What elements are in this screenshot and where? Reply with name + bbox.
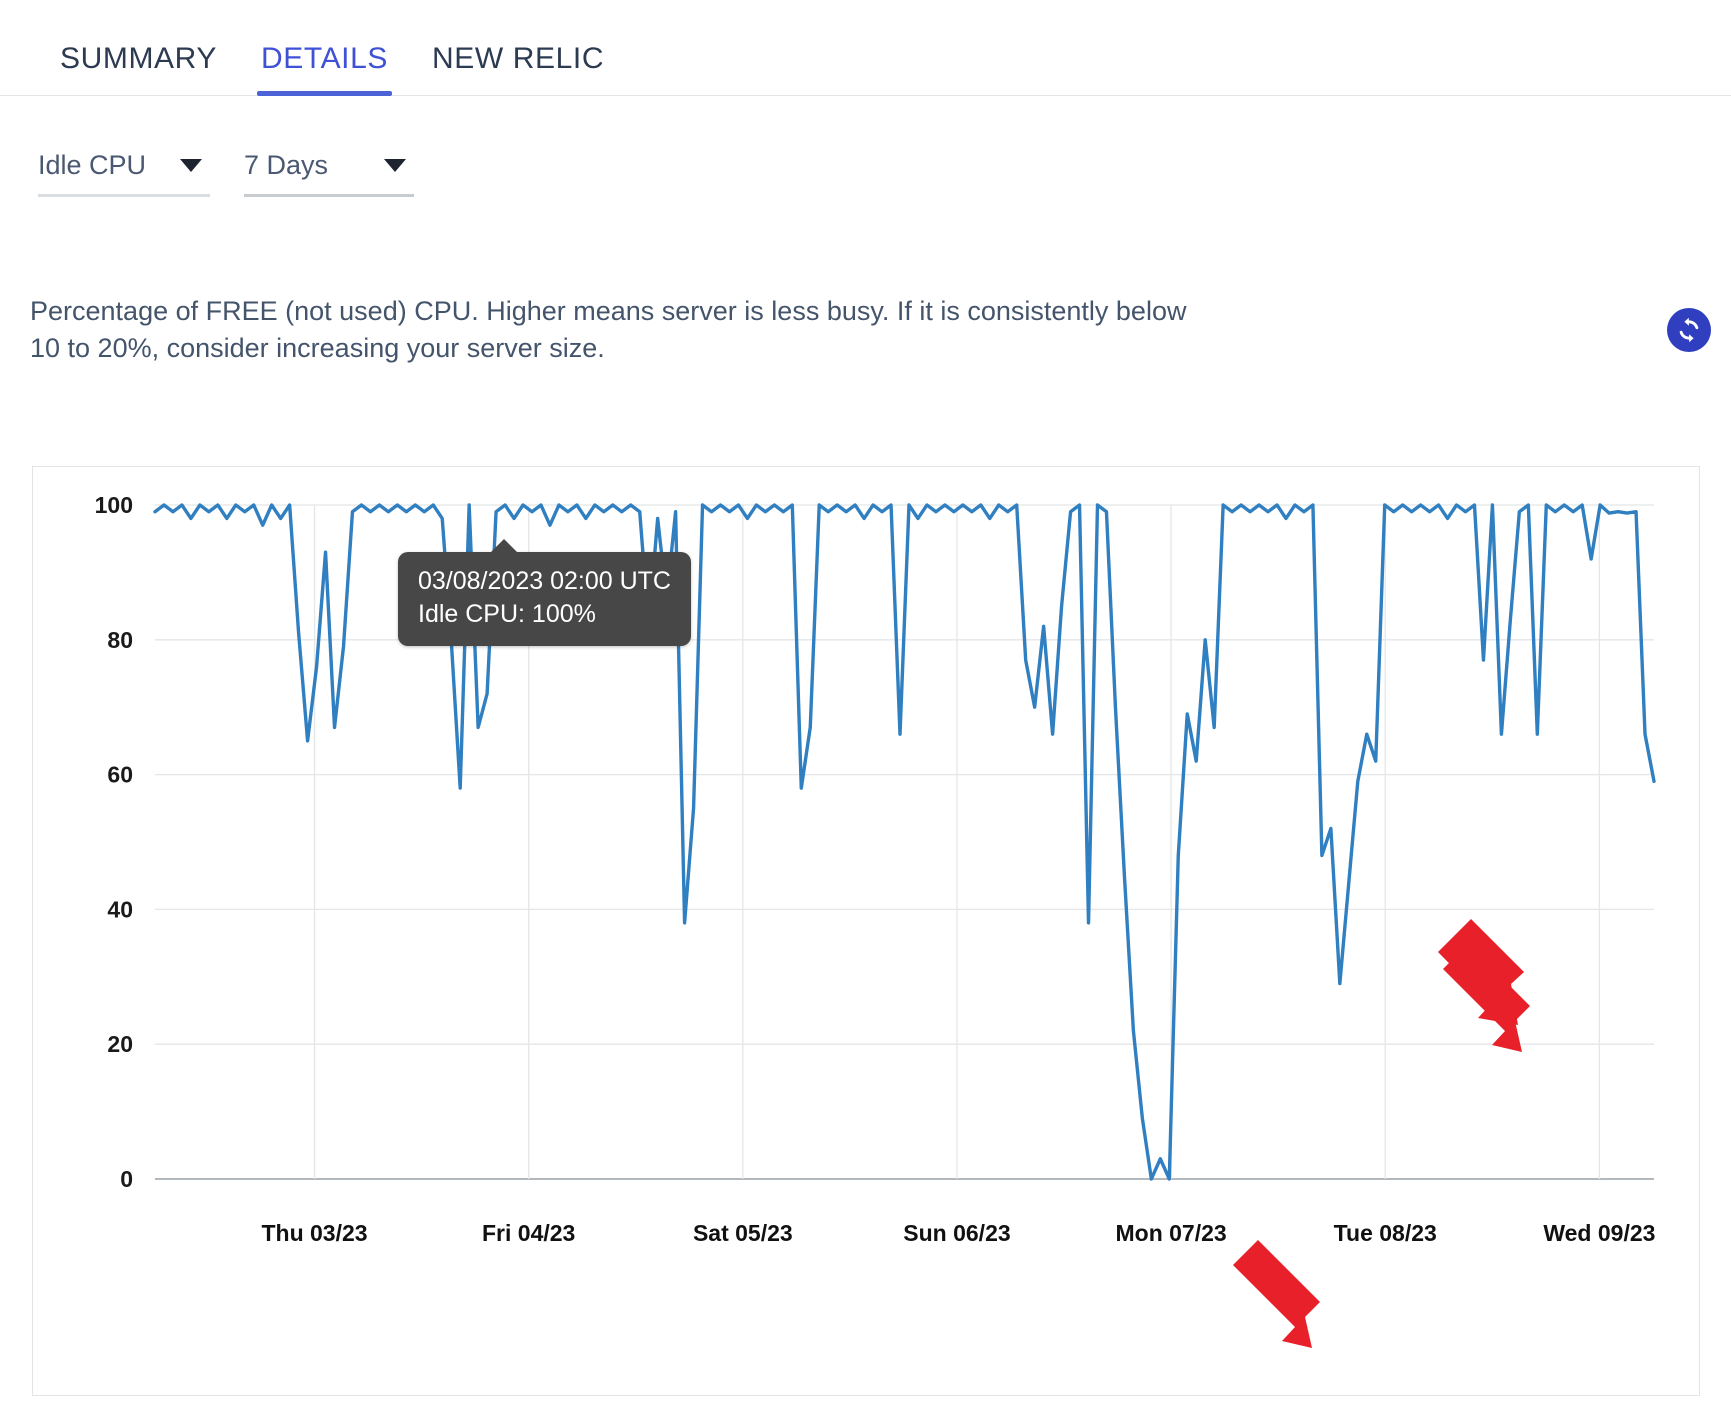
- svg-text:0: 0: [120, 1166, 133, 1192]
- tab-summary[interactable]: SUMMARY: [38, 0, 239, 96]
- selector-row: Idle CPU 7 Days: [38, 150, 414, 197]
- chevron-down-icon: [180, 159, 202, 172]
- idle-cpu-line-chart[interactable]: 0 20 40 60 80 100 Thu 03/23 Fri 04/23 Sat 05/23…: [33, 467, 1701, 1327]
- x-axis-tick-labels: Thu 03/23 Fri 04/23 Sat 05/23 Sun 06/23 Mon …: [261, 1220, 1655, 1246]
- svg-text:80: 80: [107, 627, 133, 653]
- svg-text:Wed 09/23: Wed 09/23: [1543, 1220, 1655, 1246]
- tab-details[interactable]: DETAILS: [239, 0, 410, 96]
- time-range-select-label: 7 Days: [244, 150, 329, 180]
- svg-text:60: 60: [107, 762, 133, 788]
- chevron-down-icon: [384, 159, 406, 172]
- refresh-icon: [1679, 317, 1699, 343]
- idle-cpu-series-line: [153, 503, 1656, 1181]
- metric-description: Percentage of FREE (not used) CPU. Highe…: [30, 296, 1187, 363]
- svg-text:Sun 06/23: Sun 06/23: [903, 1220, 1010, 1246]
- tab-list: SUMMARY DETAILS NEW RELIC: [38, 0, 626, 96]
- time-range-select[interactable]: 7 Days: [244, 150, 414, 197]
- svg-text:Mon 07/23: Mon 07/23: [1115, 1220, 1226, 1246]
- svg-text:Fri 04/23: Fri 04/23: [482, 1220, 575, 1246]
- tooltip-value: Idle CPU: 100%: [418, 600, 596, 628]
- svg-text:Sat 05/23: Sat 05/23: [693, 1220, 793, 1246]
- y-axis-tick-labels: 0 20 40 60 80 100: [95, 492, 133, 1192]
- svg-text:20: 20: [107, 1031, 133, 1057]
- refresh-button[interactable]: [1667, 308, 1711, 352]
- svg-text:40: 40: [107, 896, 133, 922]
- chart-plot-area[interactable]: 0 20 40 60 80 100 Thu 03/23 Fri 04/23 Sat 05/23…: [33, 467, 1701, 1327]
- metric-select[interactable]: Idle CPU: [38, 150, 210, 197]
- svg-text:Thu 03/23: Thu 03/23: [261, 1220, 367, 1246]
- tooltip-timestamp: 03/08/2023 02:00 UTC: [418, 567, 671, 595]
- tab-new-relic[interactable]: NEW RELIC: [410, 0, 626, 96]
- svg-text:100: 100: [95, 492, 133, 518]
- chart-card: 0 20 40 60 80 100 Thu 03/23 Fri 04/23 Sat 05/23…: [32, 466, 1700, 1396]
- tab-bar: SUMMARY DETAILS NEW RELIC: [0, 0, 1731, 96]
- svg-text:Tue 08/23: Tue 08/23: [1334, 1220, 1437, 1246]
- metric-select-label: Idle CPU: [38, 150, 147, 180]
- chart-tooltip: 03/08/2023 02:00 UTC Idle CPU: 100%: [398, 539, 691, 646]
- idle-cpu-details-page: SUMMARY DETAILS NEW RELIC Idle CPU 7 Day…: [0, 0, 1731, 1428]
